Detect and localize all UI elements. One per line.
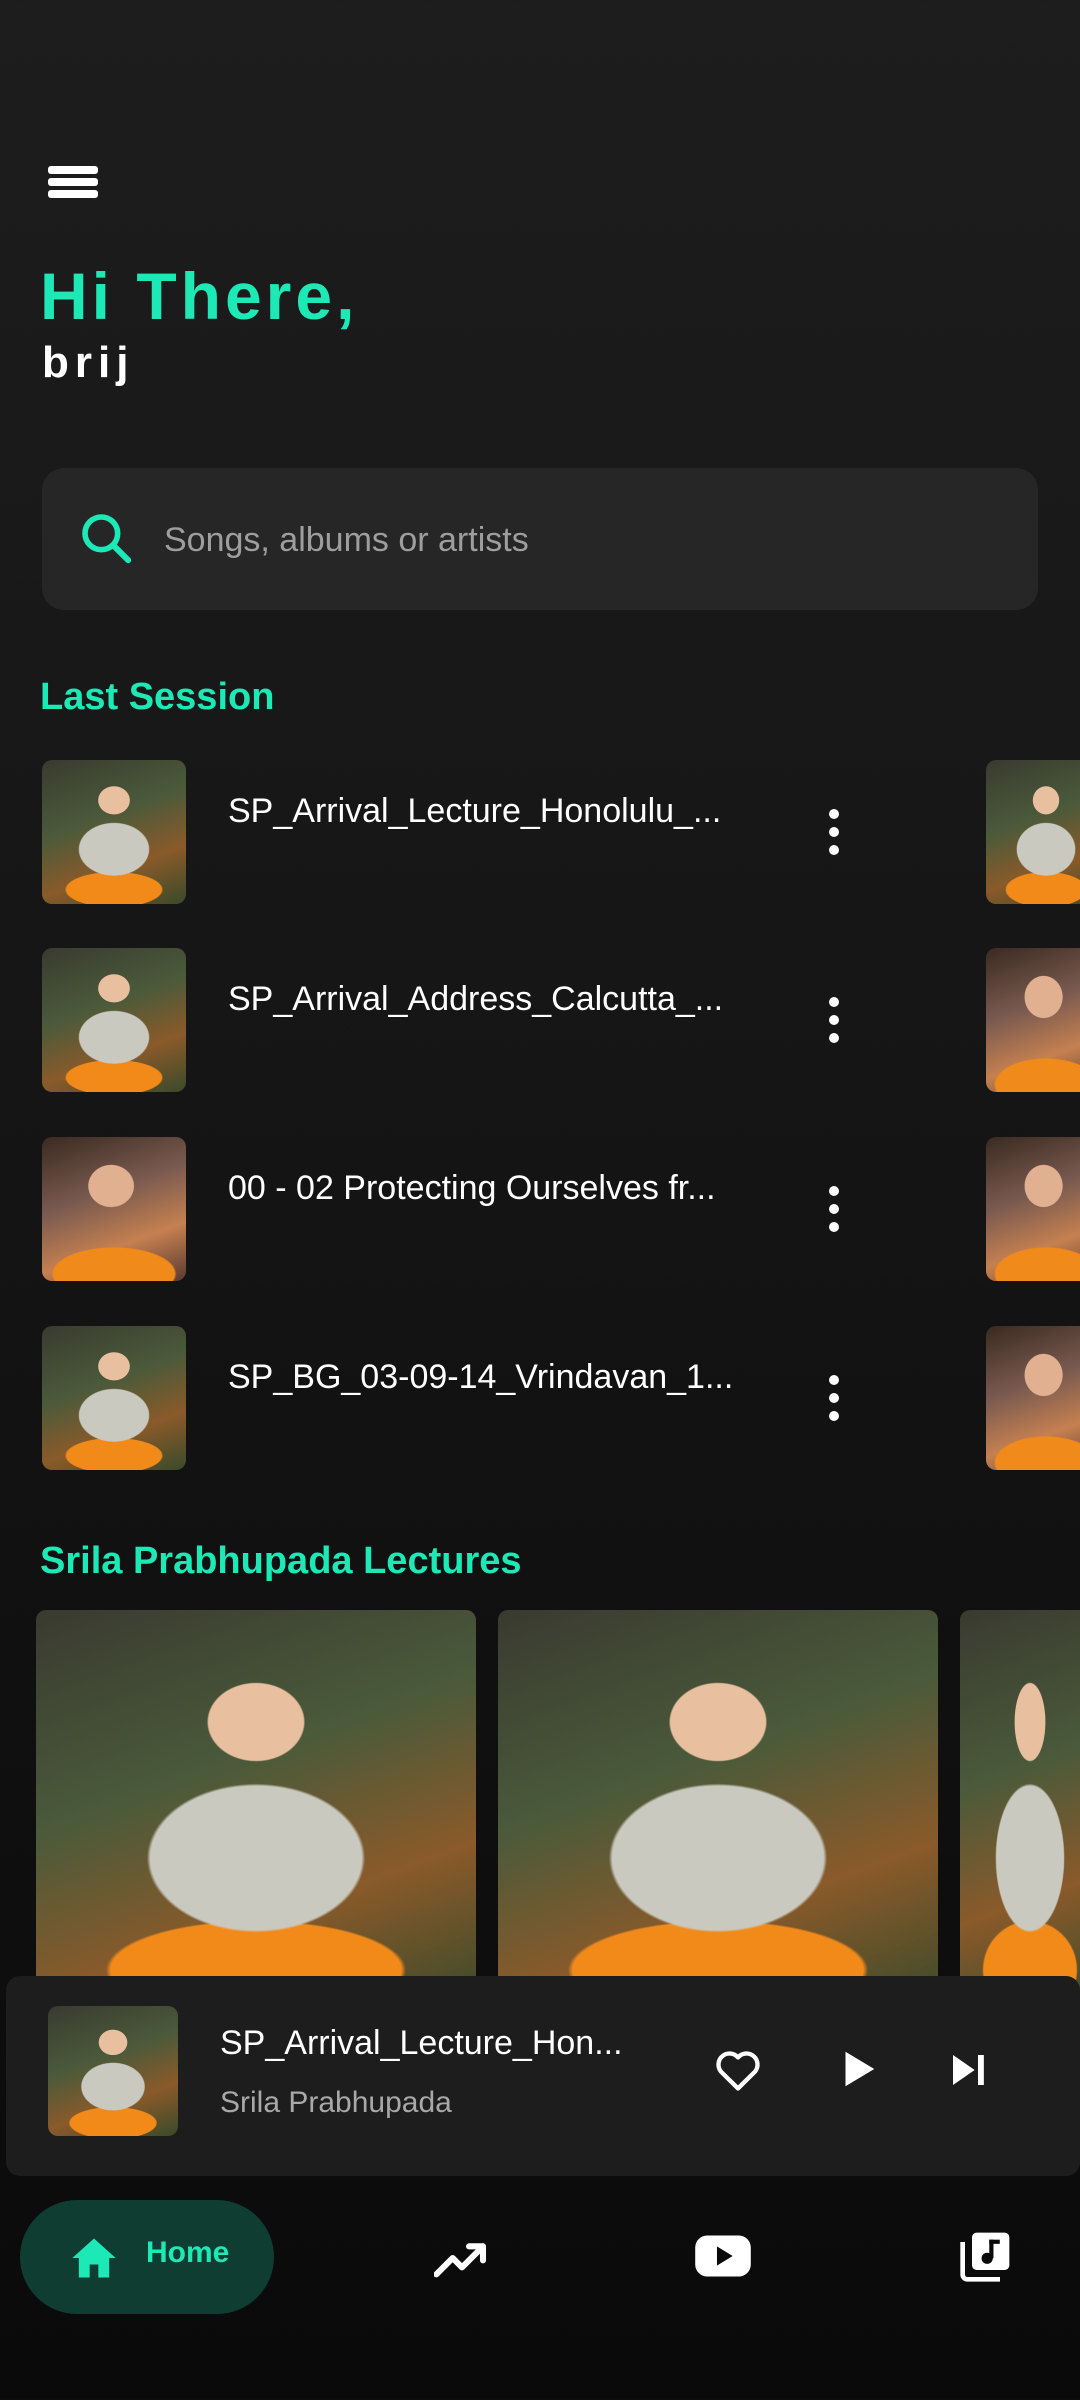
track-title: SP_BG_03-09-14_Vrindavan_1... xyxy=(228,1358,734,1396)
nav-home-label: Home xyxy=(146,2236,230,2269)
library-music-icon[interactable] xyxy=(958,2228,1014,2284)
track-thumbnail xyxy=(986,1326,1080,1470)
menu-icon[interactable] xyxy=(48,162,98,206)
track-title: SP_Arrival_Address_Calcutta_... xyxy=(228,980,724,1018)
track-title: 00 - 02 Protecting Ourselves fr... xyxy=(228,1169,716,1207)
trending-icon[interactable] xyxy=(434,2236,490,2280)
search-input[interactable] xyxy=(162,504,986,576)
track-thumbnail xyxy=(986,760,1080,904)
nav-home[interactable]: Home xyxy=(20,2200,274,2314)
track-thumbnail xyxy=(42,760,186,904)
heart-icon[interactable] xyxy=(712,2044,764,2096)
track-thumbnail xyxy=(986,948,1080,1092)
youtube-icon[interactable] xyxy=(694,2234,752,2278)
last-session-heading: Last Session xyxy=(40,676,275,718)
more-vert-icon[interactable] xyxy=(826,993,842,1047)
now-playing-thumbnail xyxy=(48,2006,178,2136)
track-thumbnail xyxy=(42,1137,186,1281)
track-thumbnail xyxy=(986,1137,1080,1281)
home-icon xyxy=(72,2238,116,2278)
more-vert-icon[interactable] xyxy=(826,1371,842,1425)
more-vert-icon[interactable] xyxy=(826,805,842,859)
lectures-heading: Srila Prabhupada Lectures xyxy=(40,1540,522,1582)
album-card[interactable] xyxy=(960,1610,1080,2010)
now-playing-title: SP_Arrival_Lecture_Hon... xyxy=(220,2024,623,2062)
now-playing-artist: Srila Prabhupada xyxy=(220,2086,452,2119)
track-thumbnail xyxy=(42,948,186,1092)
search-icon xyxy=(82,514,132,564)
more-vert-icon[interactable] xyxy=(826,1182,842,1236)
album-card[interactable] xyxy=(36,1610,476,2010)
search-bar[interactable] xyxy=(42,468,1038,610)
album-card[interactable] xyxy=(498,1610,938,2010)
greeting-title: Hi There, xyxy=(40,259,359,333)
username: brij xyxy=(42,338,135,387)
play-icon[interactable] xyxy=(834,2046,880,2092)
track-title: SP_Arrival_Lecture_Honolulu_... xyxy=(228,792,722,830)
track-thumbnail xyxy=(42,1326,186,1470)
skip-next-icon[interactable] xyxy=(948,2050,988,2090)
